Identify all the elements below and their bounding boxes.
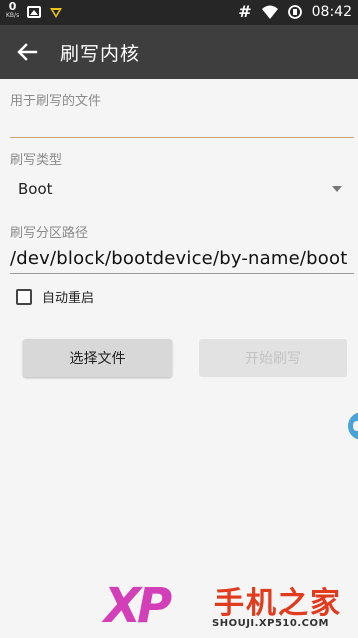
watermark-url: SHOUJI.XP510.COM: [212, 618, 329, 629]
auto-reboot-row[interactable]: 自动重启: [16, 287, 94, 306]
watermark-site-name: 手机之家: [214, 586, 342, 621]
auto-reboot-label: 自动重启: [42, 291, 95, 306]
image-notification-icon: [27, 6, 42, 18]
watermark-xp-logo: XP: [104, 578, 172, 634]
network-speed-value: 0: [8, 0, 17, 13]
app-bar: 刷写内核: [0, 25, 358, 79]
dropdown-arrow-icon: [332, 186, 342, 192]
start-flash-button[interactable]: 开始刷写: [199, 339, 347, 377]
partition-path-underline: [10, 273, 354, 274]
status-bar: 0 KB/s # 08:42: [0, 0, 358, 25]
floating-action-button[interactable]: [348, 412, 358, 440]
page-title: 刷写内核: [60, 43, 141, 65]
wifi-icon: [261, 5, 278, 19]
partition-path-label: 刷写分区路径: [10, 226, 89, 241]
network-speed: 0 KB/s: [6, 0, 20, 20]
select-file-button[interactable]: 选择文件: [23, 339, 172, 377]
clock: 08:42: [311, 4, 352, 20]
file-input[interactable]: [10, 104, 358, 138]
status-left: 0 KB/s: [6, 0, 63, 20]
file-input-underline: [10, 137, 354, 138]
flash-type-value: Boot: [18, 180, 53, 198]
partition-path-input[interactable]: /dev/block/bootdevice/by-name/boot: [10, 248, 354, 274]
auto-reboot-checkbox[interactable]: [16, 288, 32, 305]
battery-icon: [287, 5, 302, 19]
hash-indicator: #: [238, 2, 252, 21]
watermark-logo: XP 手机之家 SHOUJI.XP510.COM: [104, 578, 358, 638]
back-arrow-icon[interactable]: [14, 40, 40, 64]
status-right: # 08:42: [238, 2, 352, 21]
flash-type-label: 刷写类型: [10, 153, 63, 168]
flash-type-dropdown[interactable]: Boot: [10, 172, 354, 206]
vpn-key-icon: [50, 8, 63, 18]
network-speed-unit: KB/s: [6, 12, 20, 19]
